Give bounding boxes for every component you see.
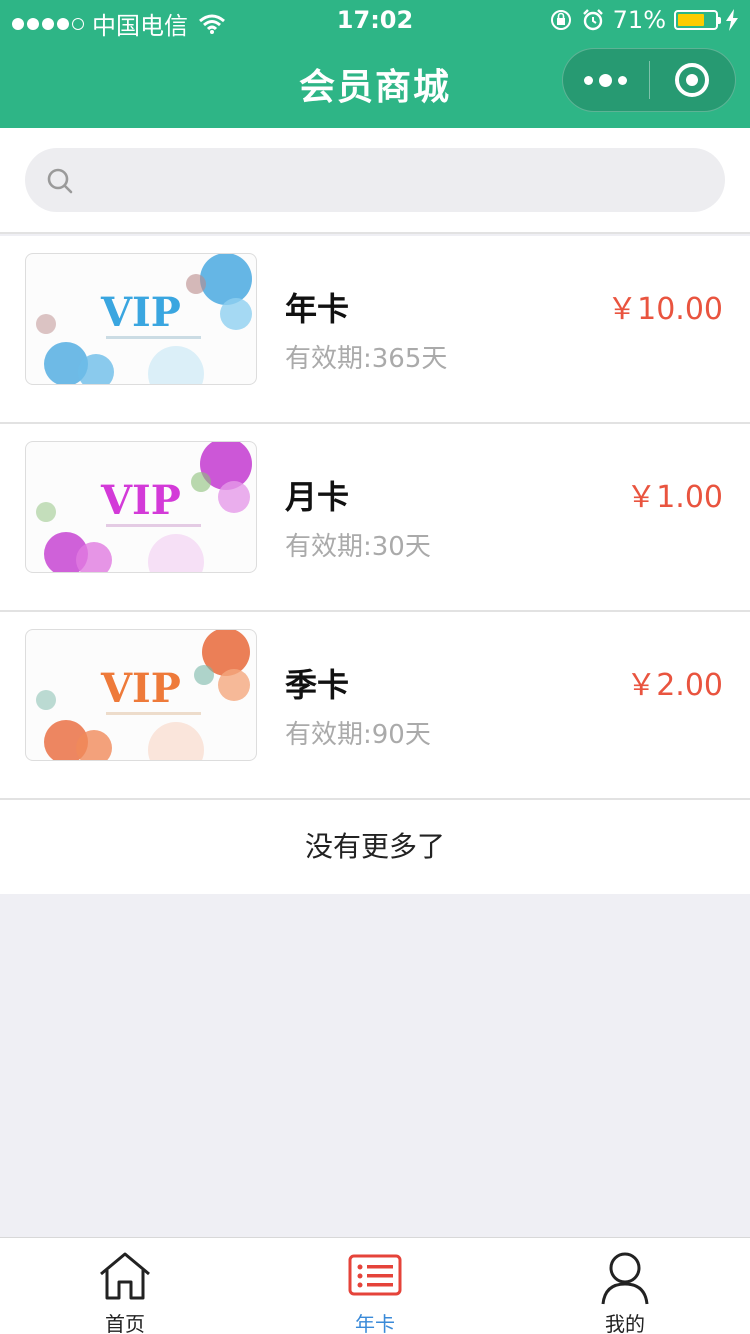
card-name: 月卡 <box>285 478 350 516</box>
card-price: ￥2.00 <box>626 668 723 703</box>
search-section <box>0 128 750 234</box>
search-input[interactable] <box>95 148 695 212</box>
card-price: ￥10.00 <box>607 292 723 327</box>
vip-card-text: VIP <box>100 477 181 524</box>
tab-annual-card[interactable]: 年卡 <box>250 1238 500 1334</box>
list-item-annual-card[interactable]: VIP 年卡 有效期:365天 ￥10.00 <box>0 236 750 424</box>
list-item-quarterly-card[interactable]: VIP 季卡 有效期:90天 ￥2.00 <box>0 612 750 800</box>
charging-icon <box>726 9 738 31</box>
more-button[interactable] <box>563 48 649 112</box>
search-bar[interactable] <box>25 148 725 212</box>
tab-mine[interactable]: 我的 <box>500 1238 750 1334</box>
tab-label: 我的 <box>605 1312 645 1334</box>
status-right: 71% <box>549 6 738 34</box>
card-list: VIP 年卡 有效期:365天 ￥10.00 VIP 月卡 有效期:30天 ￥1… <box>0 236 750 800</box>
vip-card-text: VIP <box>100 665 181 712</box>
target-icon <box>675 63 710 97</box>
list-item-monthly-card[interactable]: VIP 月卡 有效期:30天 ￥1.00 <box>0 424 750 612</box>
tab-home[interactable]: 首页 <box>0 1238 250 1334</box>
search-icon <box>47 168 73 194</box>
battery-icon <box>674 10 721 30</box>
card-price: ￥1.00 <box>626 480 723 515</box>
card-name: 年卡 <box>285 290 350 328</box>
close-button[interactable] <box>650 48 736 112</box>
tab-label: 年卡 <box>355 1312 395 1334</box>
user-icon <box>601 1252 649 1305</box>
status-bar: 中国电信 17:02 71% <box>0 0 750 40</box>
card-validity: 有效期:90天 <box>285 720 431 750</box>
tab-label: 首页 <box>105 1312 145 1334</box>
top-bar: 中国电信 17:02 71% 会员商城 <box>0 0 750 128</box>
miniprogram-capsule <box>562 48 736 112</box>
tab-bar: 首页 年卡 我的 <box>0 1237 750 1334</box>
rotation-lock-icon <box>550 10 571 30</box>
card-list-icon <box>348 1254 402 1296</box>
vip-card-image: VIP <box>25 441 257 573</box>
card-validity: 有效期:30天 <box>285 532 431 562</box>
vip-card-image: VIP <box>25 253 257 385</box>
vip-card-text: VIP <box>100 289 181 336</box>
vip-card-image: VIP <box>25 629 257 761</box>
home-icon <box>100 1252 150 1300</box>
no-more-label: 没有更多了 <box>0 800 750 894</box>
battery-percent: 71% <box>612 6 666 34</box>
card-validity: 有效期:365天 <box>285 344 448 374</box>
card-name: 季卡 <box>285 666 350 704</box>
alarm-icon <box>582 9 603 31</box>
